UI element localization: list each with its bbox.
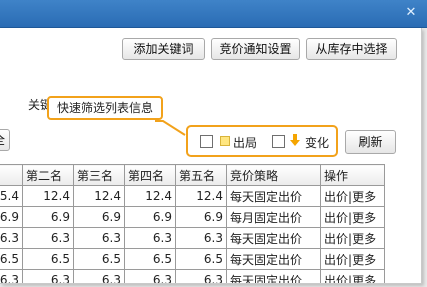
cell-third: 12.4 [73,185,125,207]
change-checkbox[interactable] [272,135,285,148]
cell-third: 6.5 [73,248,125,270]
bid-link[interactable]: 出价 [324,253,348,267]
quick-filter-box: 出局 变化 [186,125,338,157]
cell-actions: 出价|更多 [320,248,385,270]
col-header-second[interactable]: 第二名 [22,164,74,186]
cell-actions: 出价|更多 [320,185,385,207]
out-checkbox[interactable] [200,135,213,148]
table-row: 5.4 12.4 12.4 12.4 12.4 每天固定出价 出价|更多 [0,185,385,207]
cell-fourth: 12.4 [124,185,176,207]
col-header-fourth[interactable]: 第四名 [124,164,176,186]
cell-fifth: 6.5 [175,248,227,270]
col-header-third[interactable]: 第三名 [73,164,125,186]
keyword-table: 第二名 第三名 第四名 第五名 竞价策略 操作 5.4 12.4 12.4 12… [0,164,385,284]
more-link[interactable]: 更多 [352,232,376,246]
col-header-first-partial[interactable] [0,164,23,186]
cell-actions: 出价|更多 [320,269,385,284]
bid-link[interactable]: 出价 [324,232,348,246]
cell-third: 6.3 [73,227,125,249]
cell-fourth: 6.3 [124,269,176,283]
select-from-library-button[interactable]: 从库存中选择 [306,38,397,60]
table-row: 6.5 6.5 6.5 6.5 6.5 每天固定出价 出价|更多 [0,248,385,270]
cell-third: 6.3 [73,269,125,283]
window-titlebar: ✕ [0,0,427,28]
bid-link[interactable]: 出价 [324,211,348,225]
cell-second: 6.3 [22,269,74,283]
cell-second: 6.5 [22,248,74,270]
more-link[interactable]: 更多 [352,211,376,225]
cell-second: 6.3 [22,227,74,249]
cell-fourth: 6.9 [124,206,176,228]
main-panel: 添加关键词 竞价通知设置 从库存中选择 关键 快速筛选列表信息 全 出局 变化 … [0,28,422,284]
filter-tooltip: 快速筛选列表信息 [47,96,163,120]
cell-first-partial: 5.4 [0,185,23,207]
cell-actions: 出价|更多 [320,227,385,249]
cell-strategy: 每天固定出价 [226,248,321,270]
table-header-row: 第二名 第三名 第四名 第五名 竞价策略 操作 [0,164,385,186]
col-header-actions: 操作 [320,164,385,186]
close-icon[interactable]: ✕ [404,6,418,20]
tooltip-connector [155,120,186,136]
cell-strategy: 每天固定出价 [226,185,321,207]
more-link[interactable]: 更多 [352,253,376,267]
col-header-strategy[interactable]: 竞价策略 [226,164,321,186]
cell-first-partial: 6.3 [0,269,23,283]
bid-notify-settings-button[interactable]: 竞价通知设置 [211,38,300,60]
cell-first-partial: 6.9 [0,206,23,228]
cell-second: 6.9 [22,206,74,228]
out-label: 出局 [233,136,258,150]
add-keyword-button[interactable]: 添加关键词 [122,38,205,60]
more-link[interactable]: 更多 [352,274,376,284]
select-all-button[interactable]: 全 [0,129,10,151]
col-header-fifth[interactable]: 第五名 [175,164,227,186]
cell-strategy: 每天固定出价 [226,269,321,283]
bid-link[interactable]: 出价 [324,190,348,204]
cell-fifth: 12.4 [175,185,227,207]
out-status-icon [220,136,230,146]
cell-fifth: 6.3 [175,227,227,249]
cell-fourth: 6.5 [124,248,176,270]
table-row: 6.3 6.3 6.3 6.3 6.3 每天固定出价 出价|更多 [0,269,385,284]
cell-fifth: 6.9 [175,206,227,228]
arrow-down-icon [290,134,300,146]
change-label: 变化 [305,136,330,150]
cell-second: 12.4 [22,185,74,207]
cell-first-partial: 6.3 [0,227,23,249]
cell-fifth: 6.3 [175,269,227,283]
cell-strategy: 每天固定出价 [226,227,321,249]
refresh-button[interactable]: 刷新 [345,130,396,154]
bid-link[interactable]: 出价 [324,274,348,284]
cell-third: 6.9 [73,206,125,228]
cell-actions: 出价|更多 [320,206,385,228]
cell-fourth: 6.3 [124,227,176,249]
table-row: 6.3 6.3 6.3 6.3 6.3 每天固定出价 出价|更多 [0,227,385,249]
cell-strategy: 每月固定出价 [226,206,321,228]
more-link[interactable]: 更多 [352,190,376,204]
table-row: 6.9 6.9 6.9 6.9 6.9 每月固定出价 出价|更多 [0,206,385,228]
cell-first-partial: 6.5 [0,248,23,270]
